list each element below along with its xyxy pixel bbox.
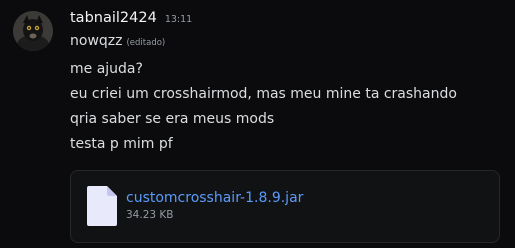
- message-text: nowqzz: [70, 33, 123, 49]
- message-line: testa p mim pf: [70, 136, 173, 152]
- user-avatar[interactable]: [13, 11, 53, 51]
- timestamp: 13:11: [164, 14, 193, 25]
- avatar-image: [13, 11, 53, 51]
- message-line: qria saber se era meus mods: [70, 111, 275, 127]
- chat-message: tabnail2424 13:11 nowqzz (editado) me aju…: [0, 0, 515, 248]
- message-line: nowqzz (editado): [70, 33, 165, 49]
- attachment-file-size: 34.23 KB: [126, 209, 174, 221]
- edited-label: (editado): [126, 38, 166, 48]
- message-header: tabnail2424 13:11: [70, 10, 192, 30]
- message-line: eu criei um crosshairmod, mas meu mine t…: [70, 86, 457, 102]
- file-icon: [87, 186, 117, 226]
- message-line: me ajuda?: [70, 61, 143, 77]
- file-attachment[interactable]: customcrosshair-1.8.9.jar 34.23 KB: [70, 170, 500, 243]
- username[interactable]: tabnail2424: [70, 10, 157, 26]
- attachment-file-name[interactable]: customcrosshair-1.8.9.jar: [126, 190, 303, 206]
